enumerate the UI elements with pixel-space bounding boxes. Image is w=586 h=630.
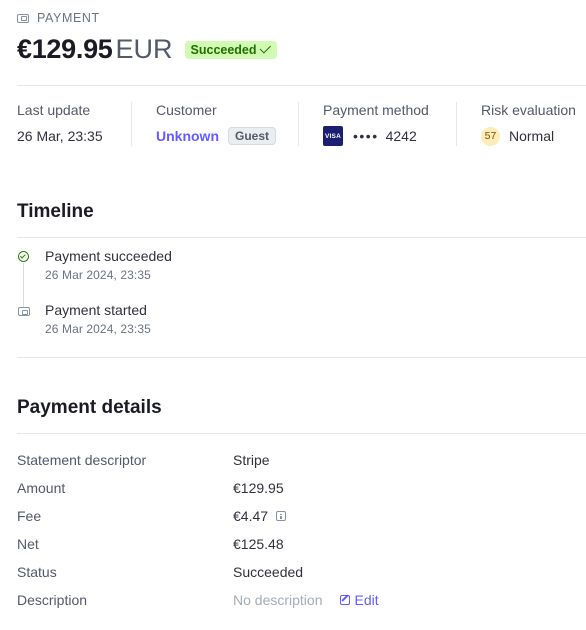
payment-method-label: Payment method [323, 102, 429, 118]
payment-icon [17, 13, 29, 23]
risk-label: Risk evaluation [481, 102, 576, 118]
card-mask-dots: •••• [353, 128, 379, 144]
visa-card-icon: VISA [323, 126, 343, 146]
detail-label: Amount [17, 480, 66, 496]
risk-score-badge[interactable]: 57 [481, 126, 500, 146]
last-update-value: 26 Mar, 23:35 [17, 128, 103, 144]
timeline-event-title: Payment started [45, 302, 147, 318]
checkmark-icon [259, 41, 271, 54]
payment-details-title: Payment details [17, 397, 162, 418]
edit-description-button[interactable]: Edit [339, 592, 379, 608]
timeline-event-time: 26 Mar 2024, 23:35 [45, 268, 151, 282]
detail-label: Description [17, 592, 88, 608]
card-last4: 4242 [385, 128, 417, 144]
customer-label: Customer [156, 102, 217, 118]
fee-row-value: €4.47 [233, 508, 287, 524]
payment-icon [18, 307, 30, 316]
last-update-label: Last update [17, 102, 91, 118]
description-value: No description [233, 592, 323, 608]
description-row-value: No description Edit [233, 592, 379, 608]
detail-label: Status [17, 564, 57, 580]
detail-label: Statement descriptor [17, 452, 147, 468]
detail-value: Stripe [233, 452, 270, 468]
amount-row: €129.95 EUR Succeeded [17, 34, 277, 65]
status-badge-text: Succeeded [190, 42, 257, 57]
summary-customer: Customer Unknown Guest [131, 102, 277, 146]
object-type-text: PAYMENT [37, 11, 100, 25]
detail-label: Net [17, 536, 39, 552]
timeline-connector [23, 263, 24, 308]
timeline-title: Timeline [17, 201, 94, 222]
edit-icon [339, 595, 350, 605]
detail-value: €125.48 [233, 536, 284, 552]
customer-link[interactable]: Unknown [156, 128, 219, 144]
object-type-label: PAYMENT [17, 11, 100, 25]
status-badge: Succeeded [184, 40, 277, 59]
detail-value: €4.47 [233, 508, 269, 524]
timeline-event-time: 26 Mar 2024, 23:35 [45, 322, 151, 336]
risk-level: Normal [509, 128, 555, 144]
payment-amount: €129.95 [17, 34, 113, 64]
timeline-bottom-divider [17, 357, 586, 358]
header-divider [17, 85, 586, 86]
detail-value: Succeeded [233, 564, 304, 580]
summary-last-update: Last update 26 Mar, 23:35 [17, 102, 103, 146]
detail-value: €129.95 [233, 480, 284, 496]
info-icon[interactable] [276, 511, 287, 521]
edit-label: Edit [354, 592, 379, 608]
detail-label: Fee [17, 508, 42, 524]
guest-badge: Guest [228, 127, 277, 145]
timeline-event-title: Payment succeeded [45, 248, 172, 264]
details-divider [17, 433, 586, 434]
payment-currency: EUR [115, 34, 173, 64]
summary-risk: Risk evaluation 57 Normal [456, 102, 576, 146]
timeline-divider [17, 237, 586, 238]
summary-payment-method: Payment method VISA •••• 4242 [298, 102, 429, 146]
check-circle-icon [18, 251, 29, 262]
